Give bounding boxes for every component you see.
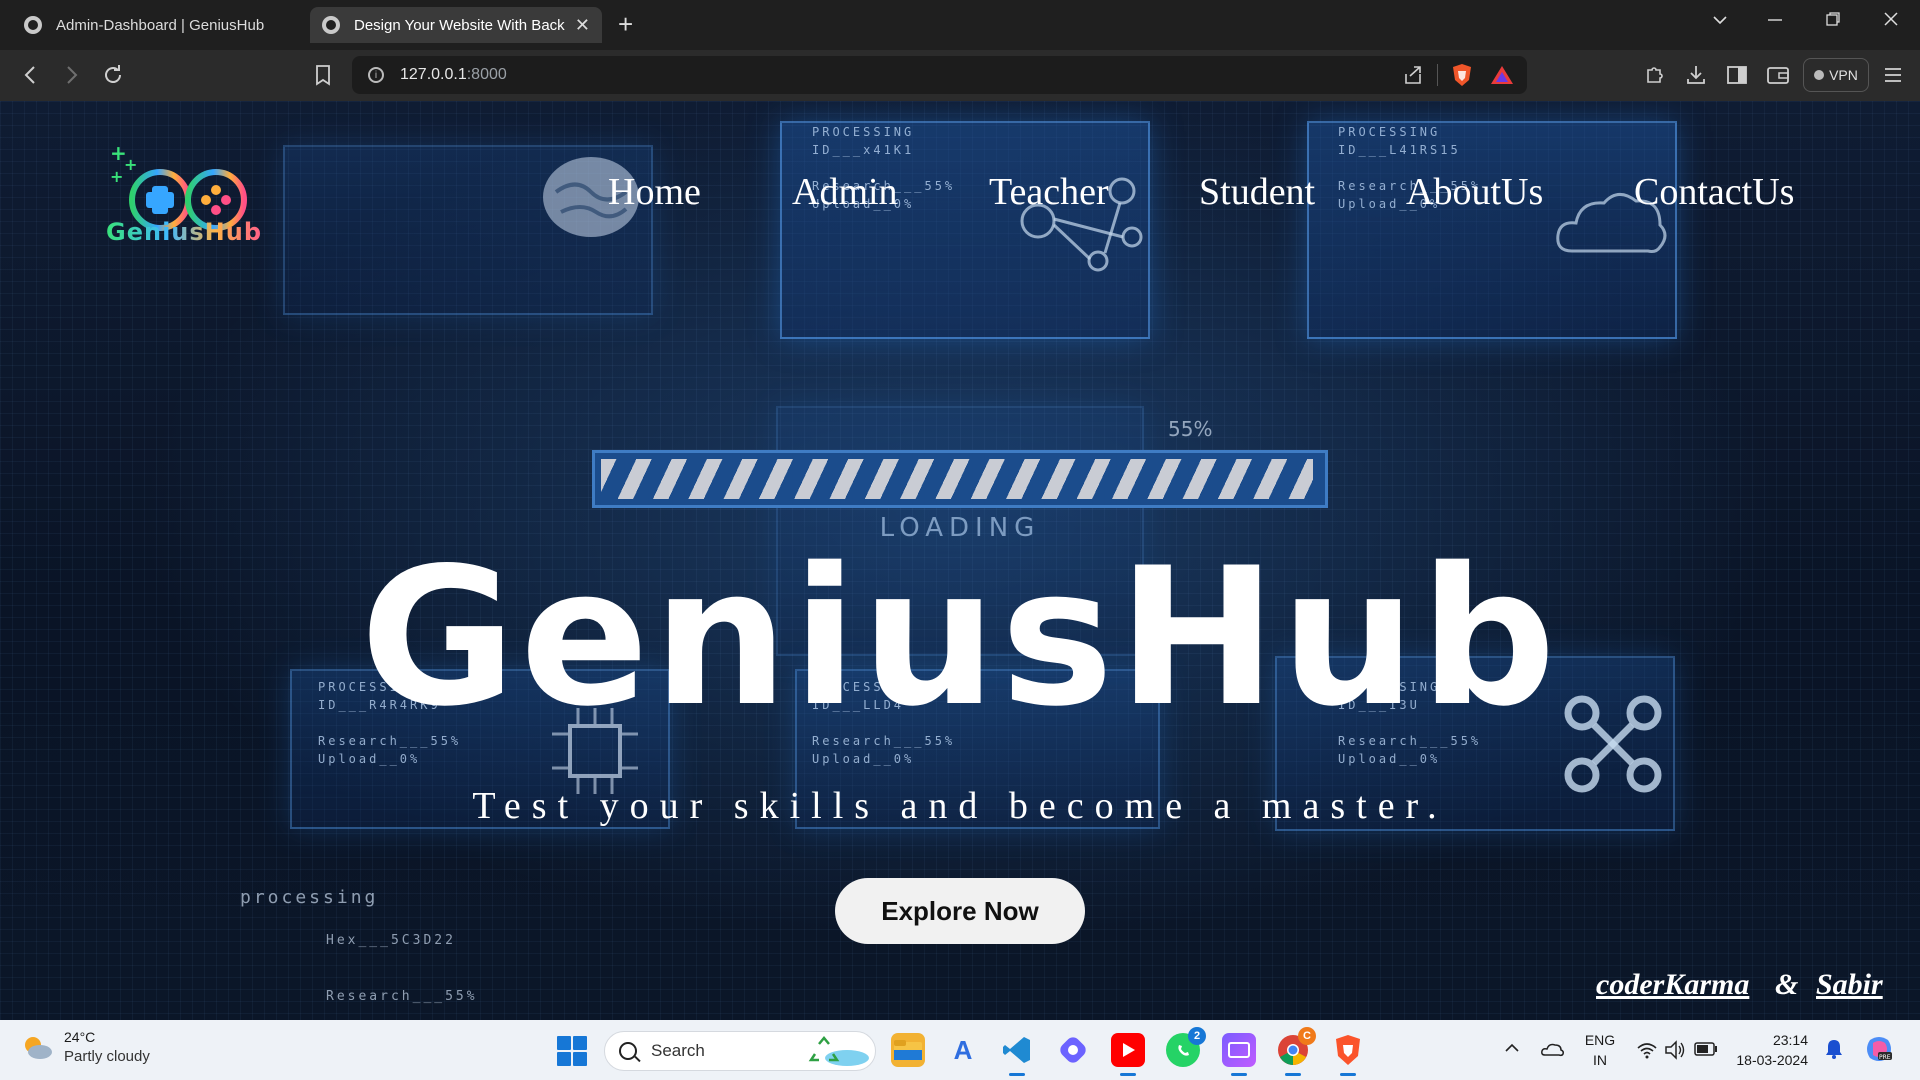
url-text: 127.0.0.1:8000 — [400, 66, 507, 83]
nav-student[interactable]: Student — [1199, 170, 1315, 214]
language-indicator[interactable]: ENG IN — [1582, 1030, 1618, 1070]
windows-start-icon[interactable] — [557, 1036, 587, 1066]
logo-text: GeniusHub — [106, 218, 263, 246]
chrome-profile-badge: C — [1298, 1027, 1316, 1045]
onedrive-cloud-icon[interactable] — [1540, 1040, 1564, 1058]
svg-text:+: + — [124, 155, 137, 174]
wallet-icon[interactable] — [1765, 62, 1791, 88]
search-placeholder: Search — [651, 1041, 705, 1060]
weather-widget[interactable]: 24°C Partly cloudy — [20, 1028, 150, 1066]
processing-label: processing — [240, 887, 379, 908]
forward-icon[interactable] — [58, 62, 84, 88]
tray-chevron-up-icon[interactable] — [1504, 1042, 1520, 1054]
brave-rewards-icon[interactable] — [1490, 64, 1514, 86]
whatsapp-badge: 2 — [1188, 1027, 1206, 1045]
svg-text:PRE: PRE — [1879, 1054, 1891, 1061]
tab-search-chevron-icon[interactable] — [1712, 14, 1728, 26]
share-icon[interactable] — [1402, 64, 1424, 86]
battery-icon[interactable] — [1694, 1042, 1718, 1056]
volume-icon[interactable] — [1664, 1040, 1686, 1060]
credit-coderkarma[interactable]: coderKarma — [1596, 968, 1749, 1002]
wifi-icon[interactable] — [1636, 1040, 1658, 1060]
site-info-icon[interactable]: i — [368, 67, 384, 83]
recycle-widget-icon[interactable] — [807, 1036, 869, 1068]
svg-text:+: + — [110, 167, 123, 186]
tab-title: Admin-Dashboard | GeniusHub — [56, 16, 265, 34]
windows-taskbar: 24°C Partly cloudy Search A 2 C ENG IN 23… — [0, 1020, 1920, 1080]
minimize-icon[interactable] — [1768, 18, 1782, 22]
credit-sabir[interactable]: Sabir — [1816, 968, 1883, 1002]
explore-now-button[interactable]: Explore Now — [835, 878, 1085, 944]
search-icon — [619, 1042, 637, 1060]
weather-temp: 24°C — [64, 1029, 96, 1045]
sidebar-icon[interactable] — [1724, 62, 1750, 88]
vpn-label: VPN — [1829, 67, 1858, 83]
omnibox-divider — [1437, 64, 1438, 86]
partly-cloudy-icon — [25, 1037, 52, 1059]
whatsapp-icon[interactable]: 2 — [1166, 1027, 1206, 1067]
vscode-icon[interactable] — [1000, 1033, 1034, 1076]
address-bar[interactable]: i 127.0.0.1:8000 — [352, 56, 1527, 94]
notification-bell-icon[interactable] — [1824, 1038, 1844, 1060]
nav-teacher[interactable]: Teacher — [989, 170, 1109, 214]
globe-icon — [322, 16, 340, 34]
back-icon[interactable] — [18, 62, 44, 88]
extensions-icon[interactable] — [1642, 62, 1668, 88]
nav-aboutus[interactable]: AboutUs — [1406, 170, 1543, 214]
nav-admin[interactable]: Admin — [792, 170, 898, 214]
tab-close-icon[interactable]: ✕ — [575, 15, 590, 36]
research-label: Research___55% — [326, 989, 478, 1004]
weather-condition: Partly cloudy — [64, 1048, 150, 1065]
vpn-status-icon — [1814, 70, 1825, 80]
percent-label: 55% — [1168, 417, 1213, 441]
menu-icon[interactable] — [1880, 62, 1906, 88]
bookmark-icon[interactable] — [310, 62, 336, 88]
hero-title: GeniusHub — [360, 527, 1560, 748]
browser-toolbar: i 127.0.0.1:8000 VPN — [0, 50, 1920, 101]
close-window-icon[interactable] — [1884, 12, 1898, 26]
tab-title: Design Your Website With Backc — [354, 16, 565, 34]
hex-label: Hex___5C3D22 — [326, 933, 456, 948]
tab-admin-dashboard[interactable]: Admin-Dashboard | GeniusHub — [12, 7, 304, 43]
loading-stripes — [601, 459, 1313, 499]
hero-section: PROCESSING ID___x41K1 Research___55% Upload… — [0, 101, 1920, 1020]
chrome-icon[interactable]: C — [1276, 1027, 1316, 1076]
globe-icon — [24, 16, 42, 34]
hero-tagline: Test your skills and become a master. — [472, 785, 1448, 827]
brave-shields-icon[interactable] — [1450, 62, 1474, 88]
new-tab-button[interactable]: + — [618, 10, 633, 38]
system-clock[interactable]: 23:14 18-03-2024 — [1730, 1030, 1808, 1070]
credit-ampersand: & — [1775, 968, 1799, 1001]
restore-icon[interactable] — [1826, 12, 1840, 26]
nav-contactus[interactable]: ContactUs — [1634, 170, 1794, 214]
browser-tab-bar: Admin-Dashboard | GeniusHub Design Your … — [0, 0, 1920, 50]
youtube-icon[interactable] — [1111, 1033, 1145, 1076]
vpn-button[interactable]: VPN — [1803, 58, 1869, 92]
reload-icon[interactable] — [100, 62, 126, 88]
media-app-icon[interactable] — [1222, 1033, 1256, 1076]
copilot-app-icon[interactable] — [1056, 1033, 1090, 1067]
app-store-icon[interactable]: A — [946, 1033, 980, 1067]
tab-design-website[interactable]: Design Your Website With Backc ✕ — [310, 7, 602, 43]
taskbar-search[interactable]: Search — [604, 1031, 876, 1071]
file-explorer-icon[interactable] — [891, 1033, 925, 1067]
nav-home[interactable]: Home — [608, 170, 701, 214]
brave-icon[interactable] — [1331, 1033, 1365, 1076]
loading-bar — [592, 450, 1328, 508]
copilot-icon[interactable]: PRE — [1864, 1034, 1894, 1064]
downloads-icon[interactable] — [1683, 62, 1709, 88]
